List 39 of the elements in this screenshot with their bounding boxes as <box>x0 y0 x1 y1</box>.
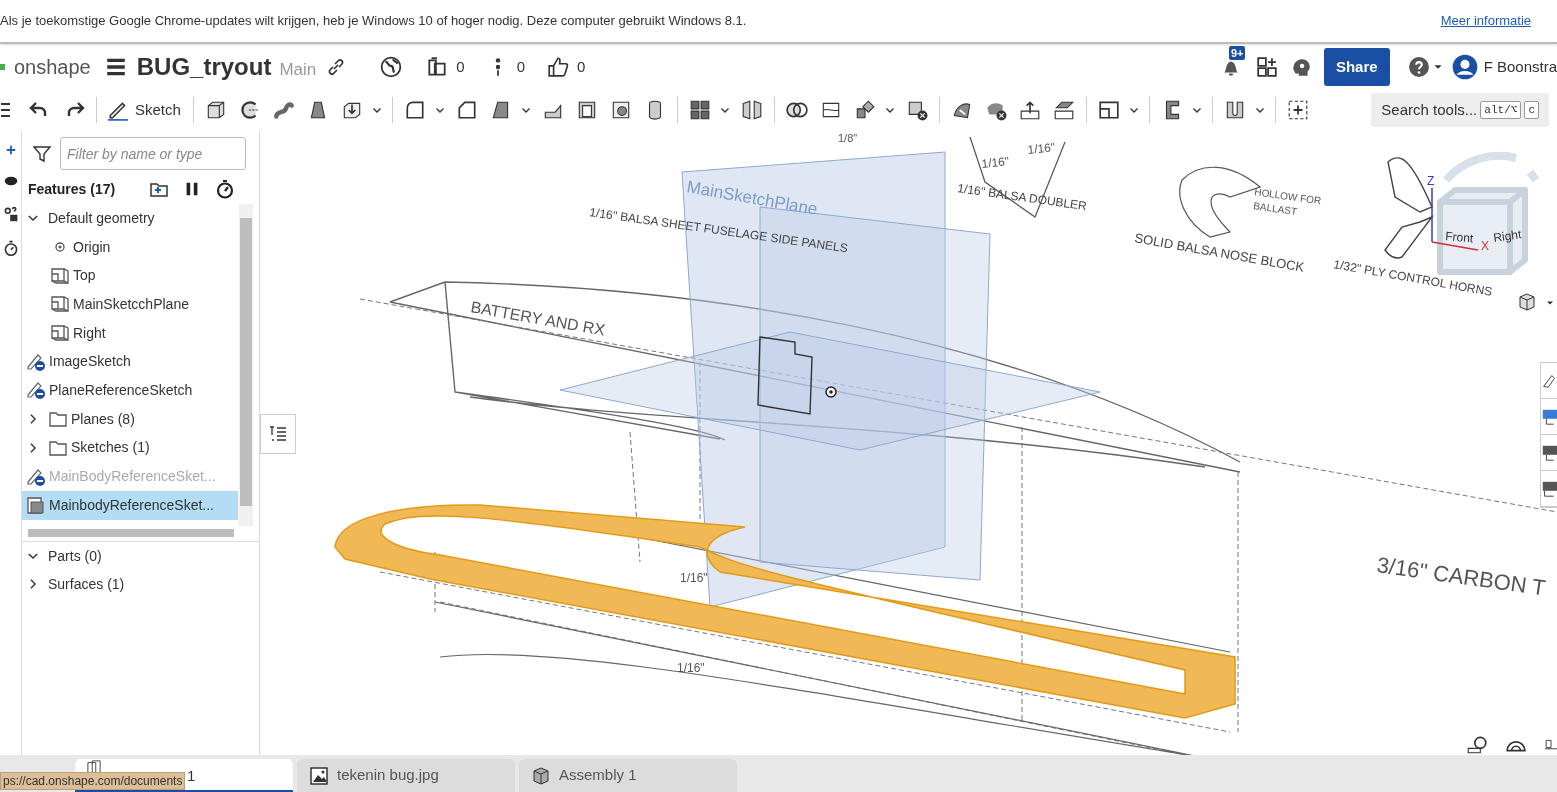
features-title: Features (17) <box>28 179 116 199</box>
feature-label: Top <box>73 266 96 286</box>
status-url-tooltip: ps://cad.onshape.com/documents <box>0 772 186 790</box>
feature-label: MainSketcchPlane <box>73 294 189 314</box>
axis-label: X <box>1481 239 1489 253</box>
logo-text: onshape <box>14 55 91 80</box>
axis-label: Z <box>1427 174 1435 188</box>
notification-badge: 9+ <box>1228 46 1246 60</box>
feature-label: MainBodyReferenceSket... <box>49 467 216 487</box>
section-label: Parts (0) <box>48 546 102 566</box>
drawing-label: SOLID BALSA NOSE BLOCK <box>1133 230 1306 275</box>
drawing-label: BATTERY AND RX <box>469 298 607 339</box>
feature-label: Default geometry <box>48 208 155 228</box>
branch-name: Main <box>279 59 317 82</box>
section-label: Surfaces (1) <box>48 574 125 594</box>
drawing-label: 3/16" CARBON T <box>1375 552 1548 601</box>
drawing-label: 1/16" <box>680 571 708 585</box>
feature-label: Sketches (1) <box>71 438 150 458</box>
document-title: BUG_tryout <box>136 52 272 82</box>
drawing-label: 1/16" <box>677 661 705 675</box>
shortcut-key: alt/⌥ <box>1480 100 1522 120</box>
feature-label: Origin <box>73 237 111 257</box>
drawing-label: BALLAST <box>1252 200 1298 218</box>
drawing-label: 1/32" PLY CONTROL HORNS <box>1332 257 1494 299</box>
drawing-label: 1/16" <box>1026 140 1056 157</box>
counter-value: 0 <box>456 56 465 77</box>
feature-label: Planes (8) <box>71 409 135 429</box>
user-name: F Boonstra <box>1483 56 1557 77</box>
banner-message: Als je toekomstige Google Chrome-updates wilt krijgen, heb je Windows 10 of hoger nodig. Deze computer gebruikt Windows 8.1. <box>0 12 747 31</box>
feature-label: Right <box>73 323 106 343</box>
drawing-label: 1/16" <box>980 154 1010 171</box>
feature-label: PlaneReferenceSketch <box>49 380 193 400</box>
feature-label: MainbodyReferenceSket... <box>49 495 214 515</box>
counter-value: 0 <box>576 56 586 77</box>
drawing-label: 1/16" BALSA DOUBLER <box>956 181 1088 214</box>
counter-value: 0 <box>516 56 525 77</box>
shortcut-key: c <box>1524 100 1539 120</box>
feature-label: ImageSketch <box>49 352 131 372</box>
drawing-label: 1/8" <box>838 132 858 144</box>
